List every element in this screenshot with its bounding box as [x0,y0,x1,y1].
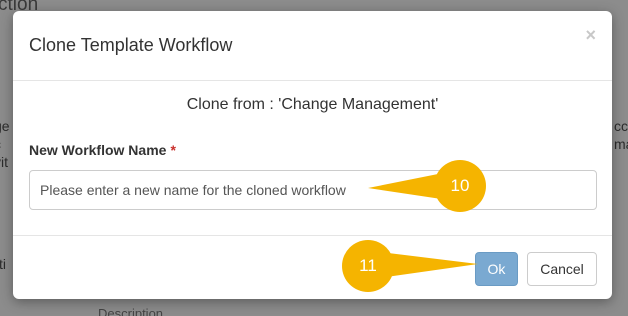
field-label-text: New Workflow Name [29,142,167,158]
dialog-title: Clone Template Workflow [29,35,233,55]
background-text: ccu [614,118,628,134]
cancel-button[interactable]: Cancel [527,252,597,286]
ok-button[interactable]: Ok [475,252,518,286]
callout-number-10: 10 [450,176,470,195]
background-text: ma [614,136,628,152]
background-text: cti [0,256,6,272]
clone-template-workflow-dialog: Clone Template Workflow × Clone from : '… [13,11,612,299]
callout-number-11: 11 [359,256,377,275]
background-text: vit [0,154,8,170]
background-description-header: Description [98,306,164,316]
background-text: ge [0,118,10,134]
background-text: c [0,136,1,152]
dialog-footer: Ok Cancel [13,235,612,299]
new-workflow-name-input[interactable] [29,170,597,210]
required-marker: * [170,142,176,158]
new-workflow-name-label: New Workflow Name * [29,142,176,158]
dialog-header: Clone Template Workflow × [13,11,612,81]
clone-from-text: Clone from : 'Change Management' [186,96,439,113]
close-icon[interactable]: × [585,25,596,46]
